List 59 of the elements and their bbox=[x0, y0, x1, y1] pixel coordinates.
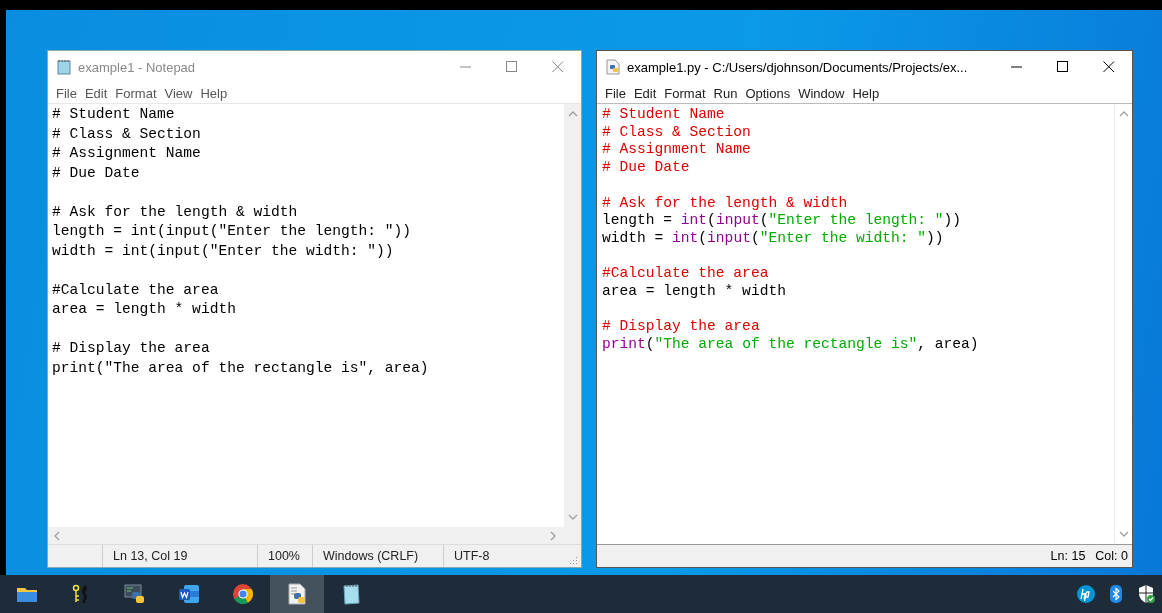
menu-item[interactable]: Options bbox=[741, 85, 795, 101]
encoding: UTF-8 bbox=[453, 548, 491, 565]
code-line: area = length * width bbox=[602, 283, 787, 301]
code-line: width = int(input("Enter the width: ")) bbox=[602, 229, 945, 248]
code-line: # Display the area bbox=[602, 318, 761, 337]
code-line: # Ask for the length & width bbox=[52, 202, 299, 222]
python-icon bbox=[123, 582, 147, 606]
horizontal-scrollbar[interactable] bbox=[48, 527, 581, 544]
code-line: length = int(input("Enter the length: ")) bbox=[602, 212, 963, 230]
notepad-icon bbox=[56, 59, 72, 75]
code-line: # Due Date bbox=[602, 159, 691, 177]
vertical-scrollbar[interactable] bbox=[564, 104, 581, 527]
python-file-icon bbox=[285, 582, 309, 606]
line-ending: Windows (CRLF) bbox=[313, 545, 444, 567]
column-number: Col: 0 bbox=[1095, 549, 1128, 563]
code-line: print("The area of the rectangle is", area) bbox=[52, 358, 430, 378]
maximize-icon bbox=[1057, 61, 1069, 73]
code-line: # Student Name bbox=[52, 105, 176, 124]
browser-icon bbox=[231, 582, 255, 606]
menu-item[interactable]: Window bbox=[794, 85, 849, 101]
code-line: # Assignment Name bbox=[602, 141, 752, 160]
hp-logo-icon[interactable] bbox=[1076, 584, 1096, 604]
close-icon bbox=[1103, 61, 1115, 73]
code-line: # Class & Section bbox=[52, 124, 202, 144]
menu-item[interactable]: Help bbox=[196, 85, 232, 101]
window-title: example1 - Notepad bbox=[78, 59, 196, 75]
zoom-level: 100% bbox=[258, 545, 313, 567]
close-icon bbox=[552, 61, 564, 73]
menu-item[interactable]: Format bbox=[660, 85, 710, 101]
code-line: print("The area of the rectangle is", area) bbox=[602, 336, 980, 354]
window-title: example1.py - C:/Users/djohnson/Documents/Projects/ex... bbox=[627, 59, 968, 75]
code-line: #Calculate the area bbox=[52, 280, 220, 300]
code-line: # Student Name bbox=[602, 106, 726, 124]
python-file-icon bbox=[605, 59, 621, 75]
vertical-scrollbar[interactable] bbox=[1114, 104, 1132, 544]
resize-grip-icon[interactable] bbox=[568, 555, 578, 565]
menu-item[interactable]: File bbox=[601, 85, 630, 101]
menu-item[interactable]: Run bbox=[709, 85, 742, 101]
code-line: length = int(input("Enter the length: ")) bbox=[52, 222, 413, 241]
code-line: # Due Date bbox=[52, 163, 141, 183]
code-line: area = length * width bbox=[52, 300, 237, 319]
menu-item[interactable]: File bbox=[52, 85, 81, 101]
code-line: # Class & Section bbox=[602, 123, 752, 142]
menu-item[interactable]: Edit bbox=[80, 85, 112, 101]
code-line: # Assignment Name bbox=[52, 144, 202, 163]
line-number: Ln: 15 bbox=[1050, 549, 1086, 563]
code-line: #Calculate the area bbox=[602, 265, 770, 283]
cursor-position: Ln 13, Col 19 bbox=[103, 545, 258, 567]
word-document-icon bbox=[177, 582, 201, 606]
menu-item[interactable]: Format bbox=[111, 85, 161, 101]
python-file-taskbar-button[interactable] bbox=[270, 575, 324, 613]
maximize-icon bbox=[506, 61, 518, 73]
code-line: # Display the area bbox=[52, 339, 211, 358]
code-line: # Ask for the length & width bbox=[602, 194, 849, 213]
menu-item[interactable]: Edit bbox=[629, 85, 661, 101]
menu-item[interactable]: Help bbox=[848, 85, 884, 101]
code-line: width = int(input("Enter the width: ")) bbox=[52, 241, 395, 261]
menu-item[interactable]: View bbox=[160, 85, 197, 101]
security-shield-icon[interactable] bbox=[1136, 584, 1156, 604]
